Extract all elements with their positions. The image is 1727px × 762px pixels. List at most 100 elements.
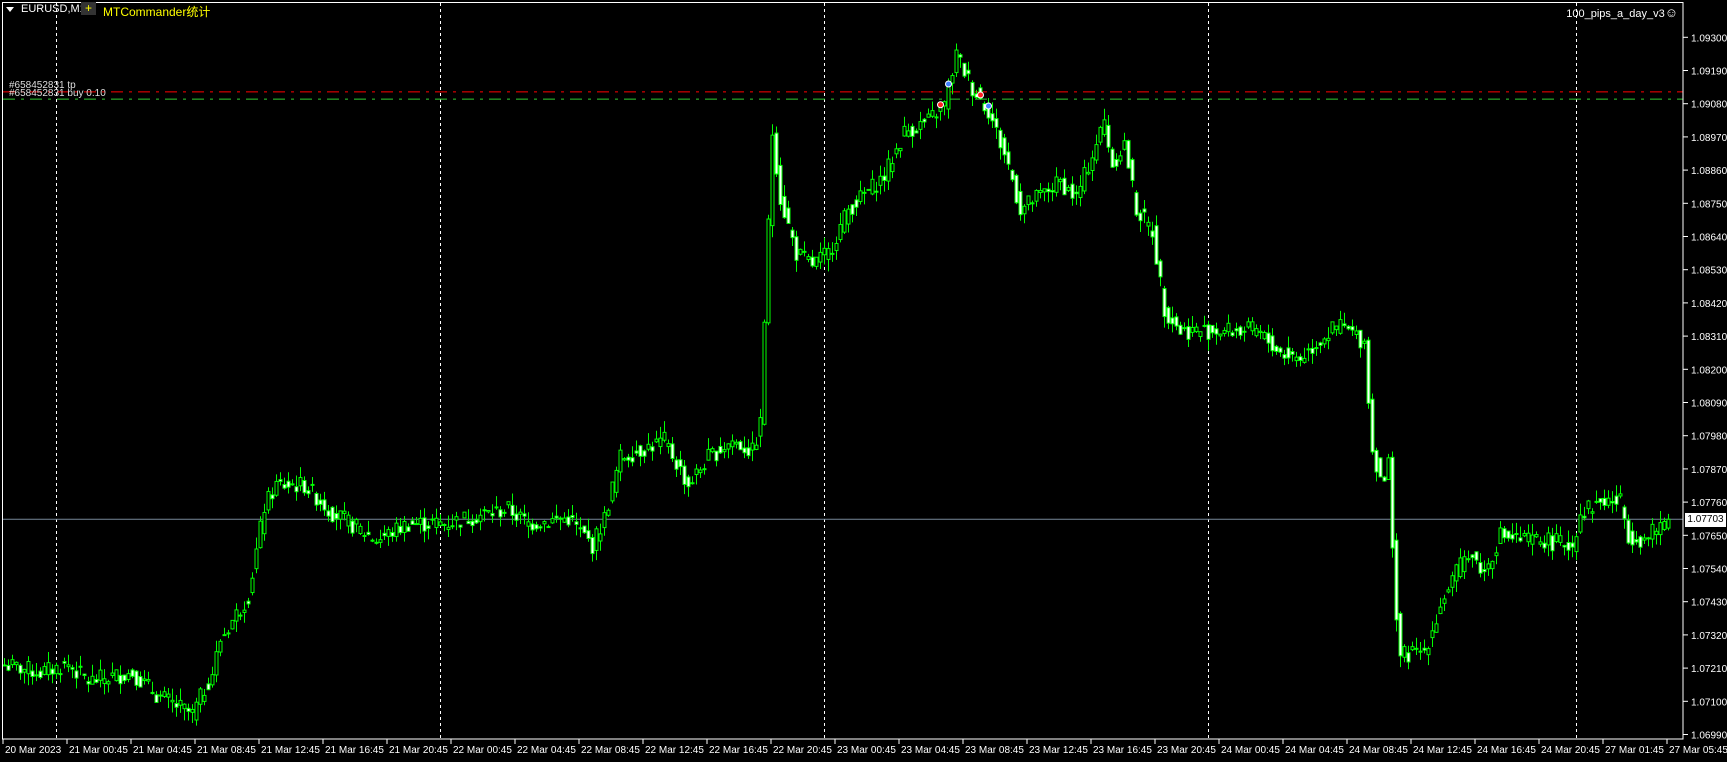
candle xyxy=(638,444,643,467)
candle xyxy=(1086,162,1091,176)
candle xyxy=(1494,546,1499,565)
candle xyxy=(1510,523,1515,543)
price-label: 1.08970 xyxy=(1691,133,1727,144)
candle-body xyxy=(174,703,179,708)
candle-body xyxy=(1102,119,1107,135)
candle xyxy=(586,518,591,542)
candle-body xyxy=(102,678,107,685)
candle-body xyxy=(906,130,911,137)
candle xyxy=(782,185,787,219)
candle xyxy=(558,516,563,531)
candle xyxy=(134,670,139,691)
candle-body xyxy=(878,175,883,186)
candle-body xyxy=(122,674,127,682)
indicator-label: 100_pips_a_day_v3☺ xyxy=(1566,5,1678,20)
candle xyxy=(1458,548,1463,579)
candle-body xyxy=(690,482,695,485)
candle xyxy=(338,510,343,530)
candle-body xyxy=(1510,534,1515,540)
candle-body xyxy=(930,110,935,117)
candle-body xyxy=(558,517,563,520)
candle xyxy=(1142,199,1147,224)
candle xyxy=(1170,306,1175,333)
chart-title[interactable]: EURUSD,M15 xyxy=(6,3,92,15)
candle xyxy=(206,677,211,691)
candle-body xyxy=(854,199,859,208)
dropdown-triangle-icon[interactable] xyxy=(6,6,14,12)
candle xyxy=(1158,258,1163,287)
candle xyxy=(1006,142,1011,170)
candle xyxy=(1650,518,1655,548)
candle-body xyxy=(1218,333,1223,337)
candle xyxy=(1278,346,1283,357)
candle xyxy=(790,227,795,246)
candle xyxy=(234,603,239,632)
candle xyxy=(314,491,319,511)
candle-body xyxy=(434,517,439,529)
candle-body xyxy=(1478,562,1483,574)
candle-body xyxy=(686,476,691,488)
candle-body xyxy=(410,520,415,525)
candle-body xyxy=(970,81,975,97)
candle-body xyxy=(726,443,731,450)
candle xyxy=(578,517,583,538)
candle-body xyxy=(534,524,539,530)
candle-body xyxy=(1654,530,1659,536)
candle-body xyxy=(130,669,135,677)
candle xyxy=(1550,527,1555,560)
candle xyxy=(1138,209,1143,232)
candle-body xyxy=(1406,652,1411,663)
candle-body xyxy=(850,204,855,215)
candle-body xyxy=(810,256,815,267)
candle-body xyxy=(1518,537,1523,542)
candle-body xyxy=(1526,532,1531,543)
candle-body xyxy=(594,528,599,551)
candle-body xyxy=(510,504,515,517)
candle-body xyxy=(734,441,739,445)
candle xyxy=(794,230,799,272)
candle xyxy=(714,450,719,467)
candle xyxy=(1630,522,1635,553)
candle xyxy=(78,655,83,676)
candle-body xyxy=(954,49,959,74)
candle-body xyxy=(1554,533,1559,543)
candle-body xyxy=(46,662,51,676)
add-button[interactable]: + xyxy=(81,2,96,15)
candle-body xyxy=(486,509,491,513)
candle-body xyxy=(1426,648,1431,656)
candle xyxy=(22,668,27,684)
candle-body xyxy=(1154,225,1159,265)
candle xyxy=(438,514,443,527)
candle xyxy=(1454,563,1459,592)
candle-body xyxy=(518,511,523,515)
candle-body xyxy=(1430,630,1435,639)
price-label: 1.08750 xyxy=(1691,199,1727,210)
price-chart[interactable]: 1.09300 1.09190 1.09080 1.08970 1.08860 1.087… xyxy=(0,0,1727,762)
candle-body xyxy=(1382,476,1387,482)
candle xyxy=(678,450,683,475)
candle-body xyxy=(1242,330,1247,333)
candle-body xyxy=(450,525,455,528)
candle xyxy=(1110,146,1115,168)
candle-body xyxy=(166,693,171,698)
candle xyxy=(42,662,47,676)
candle-body xyxy=(190,708,195,713)
candle-body xyxy=(870,178,875,195)
candle xyxy=(110,662,115,679)
candle-body xyxy=(914,130,919,134)
price-label: 1.06990 xyxy=(1691,731,1727,742)
candle xyxy=(118,665,123,694)
candle xyxy=(718,437,723,455)
candle-body xyxy=(1034,189,1039,202)
candle xyxy=(490,504,495,523)
candle xyxy=(250,572,255,596)
current-price-box: 1.07703 xyxy=(1685,513,1726,527)
candle xyxy=(506,501,511,509)
candle xyxy=(102,669,107,695)
candle-body xyxy=(1302,357,1307,363)
mtcommander-label[interactable]: MTCommander统计 xyxy=(103,3,210,20)
time-label: 22 Mar 04:45 xyxy=(517,745,576,756)
candle-body xyxy=(1114,158,1119,167)
candle xyxy=(1230,330,1235,338)
candle-body xyxy=(182,703,187,710)
